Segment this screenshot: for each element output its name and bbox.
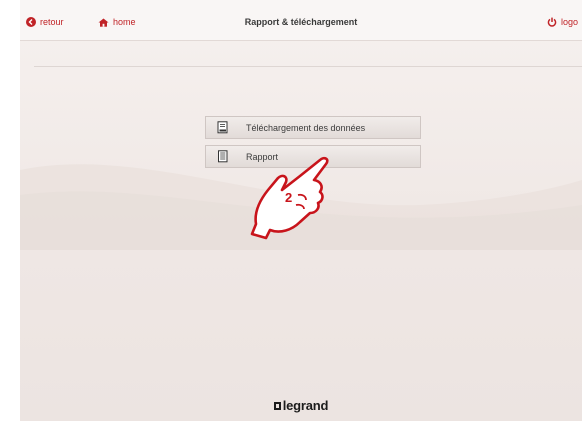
legrand-logo: legrand xyxy=(20,398,582,413)
header-divider xyxy=(20,40,582,41)
power-icon xyxy=(547,17,557,27)
logout-button[interactable]: logo xyxy=(547,14,578,30)
logout-label: logo xyxy=(561,17,579,27)
content-divider xyxy=(34,66,582,67)
brand-name: legrand xyxy=(282,398,329,413)
download-data-label: Téléchargement des données xyxy=(246,122,366,133)
screen: retour home Rapport & téléchargement log… xyxy=(20,0,582,421)
download-data-icon xyxy=(217,121,228,134)
legrand-logo-square xyxy=(273,401,281,410)
page-title: Rapport & téléchargement xyxy=(244,17,358,27)
report-document-icon xyxy=(218,150,228,163)
download-data-button[interactable]: Téléchargement des données xyxy=(205,116,421,139)
step-number: 2 xyxy=(285,190,293,205)
